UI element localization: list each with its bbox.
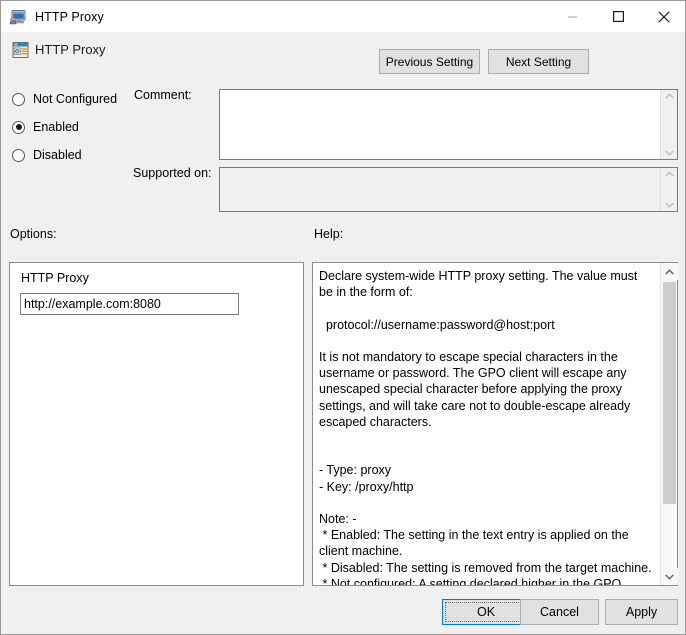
scroll-up-icon[interactable]: [664, 171, 674, 177]
cancel-button[interactable]: Cancel: [520, 599, 599, 625]
options-panel: HTTP Proxy: [9, 262, 304, 586]
http-proxy-field-label: HTTP Proxy: [21, 271, 89, 285]
supported-on-value: [220, 168, 660, 211]
computer-monitor-icon: [9, 8, 27, 26]
policy-setting-icon: [11, 40, 31, 60]
ok-button-label: OK: [476, 605, 496, 619]
window-title: HTTP Proxy: [35, 9, 104, 24]
help-panel: Declare system-wide HTTP proxy setting. …: [312, 262, 678, 586]
radio-enabled-mark: [12, 120, 25, 134]
apply-button[interactable]: Apply: [605, 599, 678, 625]
previous-setting-button[interactable]: Previous Setting: [379, 49, 480, 74]
http-proxy-input[interactable]: [20, 293, 239, 315]
scroll-up-icon[interactable]: [661, 263, 678, 280]
http-proxy-dialog-window: HTTP Proxy HTTP Proxy Previous Setting N…: [0, 0, 686, 635]
ok-button[interactable]: OK: [442, 599, 530, 625]
supported-on-label: Supported on:: [133, 166, 212, 180]
help-text: Declare system-wide HTTP proxy setting. …: [319, 269, 652, 585]
cancel-button-label: Cancel: [540, 605, 579, 619]
setting-header: HTTP Proxy Previous Setting Next Setting: [2, 32, 685, 80]
close-button[interactable]: [641, 1, 685, 32]
scroll-down-icon[interactable]: [664, 150, 674, 156]
title-bar[interactable]: HTTP Proxy: [1, 1, 685, 32]
comment-value[interactable]: [220, 90, 660, 159]
help-scrollbar[interactable]: [660, 263, 678, 585]
comment-label: Comment:: [134, 88, 192, 102]
options-section-label: Options:: [10, 227, 57, 241]
maximize-button[interactable]: [595, 1, 641, 32]
help-scrollbar-thumb[interactable]: [663, 282, 676, 504]
radio-enabled[interactable]: Enabled: [12, 118, 79, 136]
scroll-down-icon[interactable]: [661, 568, 678, 585]
comment-scrollbar[interactable]: [660, 90, 677, 159]
radio-not-configured-mark: [12, 92, 25, 106]
help-section-label: Help:: [314, 227, 344, 241]
radio-not-configured-label: Not Configured: [33, 92, 118, 106]
window-controls: [549, 1, 685, 32]
setting-title: HTTP Proxy: [35, 42, 106, 57]
radio-enabled-label: Enabled: [33, 120, 79, 134]
apply-button-label: Apply: [625, 605, 658, 619]
scroll-down-icon[interactable]: [664, 202, 674, 208]
radio-disabled[interactable]: Disabled: [12, 146, 82, 164]
supported-on-scrollbar[interactable]: [660, 168, 677, 211]
scroll-up-icon[interactable]: [664, 93, 674, 99]
next-setting-button[interactable]: Next Setting: [488, 49, 589, 74]
radio-disabled-mark: [12, 148, 25, 162]
radio-disabled-label: Disabled: [33, 148, 82, 162]
comment-textarea[interactable]: [219, 89, 678, 160]
supported-on-field: [219, 167, 678, 212]
minimize-button[interactable]: [549, 1, 595, 32]
radio-not-configured[interactable]: Not Configured: [12, 90, 117, 108]
